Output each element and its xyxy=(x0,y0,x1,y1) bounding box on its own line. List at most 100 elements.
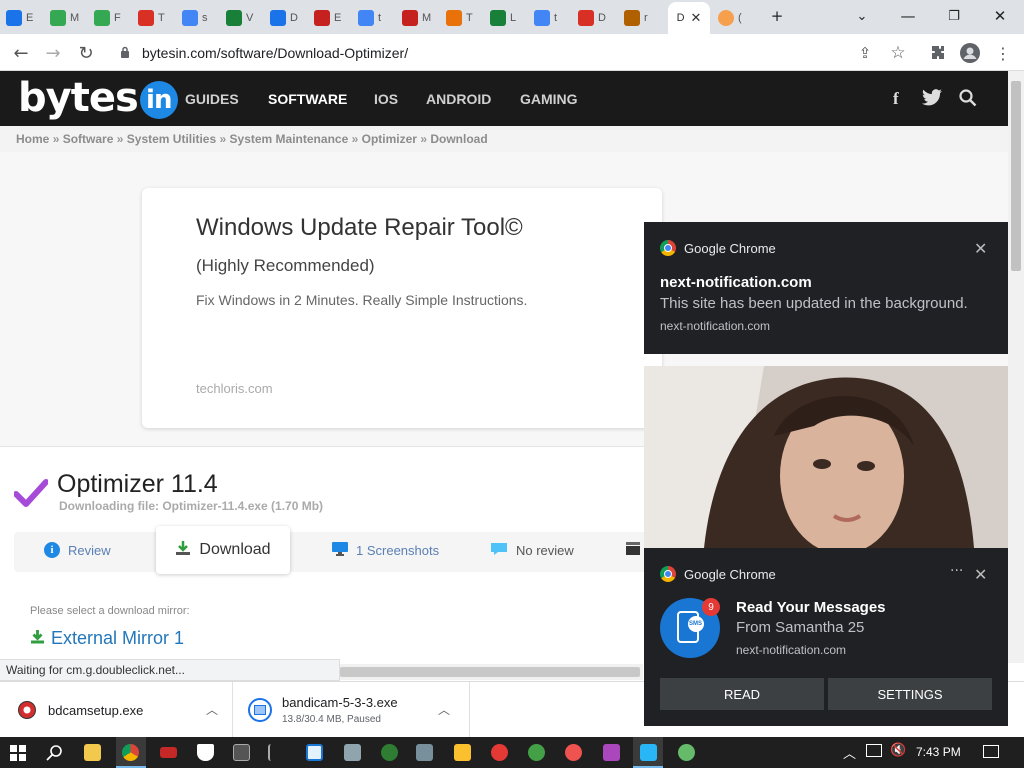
tray-chevron-icon[interactable]: ︿ xyxy=(843,743,856,762)
download-item[interactable]: bandicam-5-3-3.exe 13.8/30.4 MB, Paused … xyxy=(248,682,470,738)
notification-card[interactable]: Google Chrome ✕ next-notification.com Th… xyxy=(644,222,1008,354)
browser-tab[interactable]: D xyxy=(270,4,298,32)
breadcrumb-software[interactable]: Software xyxy=(63,132,114,146)
tab-favicon-icon xyxy=(446,10,462,26)
browser-tab[interactable]: t xyxy=(358,4,381,32)
system-clock[interactable]: 7:43 PM xyxy=(916,745,961,759)
tab-search-button[interactable]: ⌄ xyxy=(842,4,882,28)
opera-icon[interactable] xyxy=(491,744,508,761)
facebook-icon[interactable]: f xyxy=(893,89,899,109)
tab-screenshots[interactable]: 1 Screenshots xyxy=(332,542,439,559)
app-icon[interactable] xyxy=(381,744,398,761)
breadcrumb-separator: » xyxy=(116,132,124,146)
nav-ios[interactable]: IOS xyxy=(374,91,398,107)
app-icon[interactable] xyxy=(268,744,285,761)
tab-favicon-icon xyxy=(358,10,374,26)
shield-icon[interactable] xyxy=(197,744,214,761)
nav-software[interactable]: SOFTWARE xyxy=(268,91,347,107)
back-button[interactable]: ← xyxy=(8,40,34,66)
browser-tab[interactable]: F xyxy=(94,4,121,32)
read-button[interactable]: READ xyxy=(660,678,824,710)
settings-button[interactable]: SETTINGS xyxy=(828,678,992,710)
browser-tab[interactable]: L xyxy=(490,4,516,32)
forward-button[interactable]: → xyxy=(40,40,66,66)
close-icon[interactable]: ✕ xyxy=(974,239,987,258)
close-icon[interactable]: ✕ xyxy=(974,565,987,584)
browser-tab[interactable]: r xyxy=(624,4,648,32)
address-bar[interactable]: bytesin.com/software/Download-Optimizer/ xyxy=(110,39,920,66)
horizontal-scrollbar[interactable] xyxy=(340,664,643,680)
network-icon[interactable] xyxy=(866,744,882,757)
file-explorer-icon[interactable] xyxy=(84,744,101,761)
tab-no-review[interactable]: No review xyxy=(490,542,574,559)
app-icon[interactable] xyxy=(160,747,177,758)
browser-tab[interactable]: M xyxy=(402,4,431,32)
app-icon[interactable] xyxy=(233,744,250,761)
volume-muted-icon[interactable]: 🔇 xyxy=(890,743,906,758)
new-tab-button[interactable]: + xyxy=(757,4,797,28)
browser-tab[interactable]: s xyxy=(182,4,208,32)
tab-label: L xyxy=(510,12,517,24)
site-logo[interactable]: bytes in xyxy=(18,75,178,121)
browser-tab[interactable]: T xyxy=(138,4,165,32)
ad-title[interactable]: Windows Update Repair Tool© xyxy=(196,214,523,242)
browser-tab[interactable]: M xyxy=(50,4,79,32)
ad-card[interactable]: Windows Update Repair Tool© (Highly Reco… xyxy=(142,188,662,428)
chevron-up-icon[interactable]: ︿ xyxy=(206,701,218,718)
external-mirror-link[interactable]: External Mirror 1 xyxy=(30,628,184,649)
profile-avatar-icon[interactable] xyxy=(957,40,983,66)
app-icon[interactable] xyxy=(528,744,545,761)
nav-android[interactable]: ANDROID xyxy=(426,91,491,107)
breadcrumb-download[interactable]: Download xyxy=(430,132,487,146)
app-icon[interactable] xyxy=(416,744,433,761)
browser-tab[interactable]: D xyxy=(578,4,606,32)
tab-review[interactable]: i Review xyxy=(44,542,111,558)
chrome-icon[interactable] xyxy=(122,744,139,761)
sticky-notes-icon[interactable] xyxy=(454,744,471,761)
browser-tab[interactable]: t xyxy=(534,4,557,32)
bookmark-star-icon[interactable]: ☆ xyxy=(885,40,911,66)
app-icon[interactable] xyxy=(306,744,323,761)
nav-guides[interactable]: GUIDES xyxy=(185,91,239,107)
tab-video[interactable] xyxy=(626,542,640,558)
breadcrumb-system-utilities[interactable]: System Utilities xyxy=(127,132,216,146)
extensions-icon[interactable] xyxy=(925,40,951,66)
nav-gaming[interactable]: GAMING xyxy=(520,91,578,107)
scrollbar-thumb[interactable] xyxy=(340,667,640,677)
action-center-icon[interactable] xyxy=(983,745,999,758)
tab-active[interactable]: D ✕ xyxy=(668,2,710,34)
twitter-icon[interactable] xyxy=(922,89,942,111)
chevron-up-icon[interactable]: ︿ xyxy=(438,701,450,718)
browser-tab[interactable]: T xyxy=(446,4,473,32)
tab-download[interactable]: Download xyxy=(156,526,290,574)
reload-button[interactable]: ↻ xyxy=(73,40,99,66)
browser-tab[interactable]: E xyxy=(314,4,341,32)
share-icon[interactable]: ⇪ xyxy=(852,40,878,66)
ad-domain[interactable]: techloris.com xyxy=(196,381,273,396)
app-icon[interactable] xyxy=(603,744,620,761)
maximize-button[interactable]: ❐ xyxy=(934,4,974,28)
app-icon[interactable] xyxy=(678,744,695,761)
vertical-scrollbar[interactable] xyxy=(1008,71,1024,663)
app-icon[interactable] xyxy=(640,744,657,761)
search-icon[interactable] xyxy=(959,89,977,112)
windows-start-icon[interactable] xyxy=(10,745,26,766)
browser-menu-icon[interactable]: ⋮ xyxy=(990,40,1016,66)
breadcrumb-optimizer[interactable]: Optimizer xyxy=(362,132,417,146)
scrollbar-thumb[interactable] xyxy=(1011,81,1021,271)
search-icon[interactable] xyxy=(46,744,63,766)
app-icon[interactable] xyxy=(344,744,361,761)
browser-tab[interactable]: E xyxy=(6,4,33,32)
minimize-button[interactable]: — xyxy=(888,4,928,28)
browser-tab[interactable]: V xyxy=(226,4,253,32)
breadcrumb-system-maintenance[interactable]: System Maintenance xyxy=(230,132,349,146)
logo-badge: in xyxy=(139,81,178,119)
window-close-button[interactable]: ✕ xyxy=(980,4,1020,28)
breadcrumb-home[interactable]: Home xyxy=(16,132,49,146)
more-options-icon[interactable]: ··· xyxy=(950,563,963,579)
download-item[interactable]: bdcamsetup.exe ︿ xyxy=(18,682,233,738)
app-icon[interactable] xyxy=(565,744,582,761)
notification-image xyxy=(644,366,1008,548)
tab-last[interactable]: ( xyxy=(718,4,742,32)
close-tab-icon[interactable]: ✕ xyxy=(691,11,702,26)
